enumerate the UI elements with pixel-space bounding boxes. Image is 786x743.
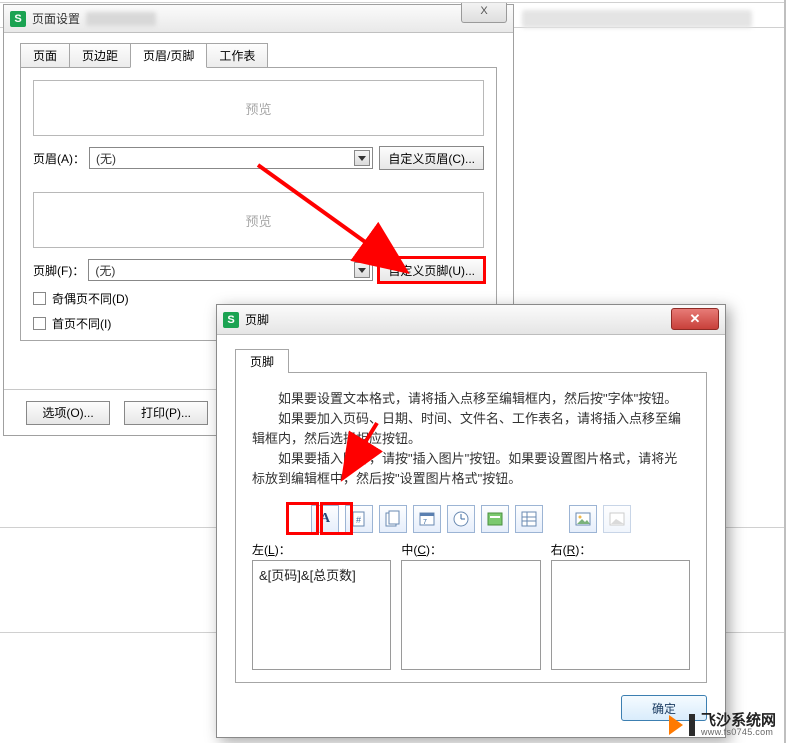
tab-header-footer[interactable]: 页眉/页脚	[130, 43, 207, 68]
header-combo[interactable]: (无)	[89, 147, 373, 169]
path-icon	[486, 510, 504, 528]
date-icon: 7	[418, 510, 436, 528]
total-pages-button[interactable]	[379, 505, 407, 533]
instruction-2: 如果要加入页码、日期、时间、文件名、工作表名，请将插入点移至编辑框内，然后选择相…	[252, 409, 690, 449]
header-label: 页眉(A)：	[33, 150, 85, 167]
header-footer-panel: 预览 页眉(A)： (无) 自定义页眉(C)... 预览 页脚(F)： (无) …	[20, 67, 497, 341]
odd-even-diff-label: 奇偶页不同(D)	[52, 290, 129, 307]
total-pages-icon	[384, 510, 402, 528]
watermark-logo-bar	[689, 714, 695, 736]
close-icon: X	[480, 5, 487, 17]
custom-footer-button[interactable]: 自定义页脚(U)...	[379, 258, 484, 282]
svg-text:#: #	[356, 515, 361, 525]
watermark-url: www.fs0745.com	[701, 728, 776, 737]
footer-combo[interactable]: (无)	[88, 259, 373, 281]
instruction-1: 如果要设置文本格式，请将插入点移至编辑框内，然后按"字体"按钮。	[252, 389, 690, 409]
page-setup-tabs: 页面 页边距 页眉/页脚 工作表	[20, 43, 513, 67]
close-button[interactable]: ✕	[671, 308, 719, 330]
obscured-title-text	[86, 12, 156, 26]
tab-sheet[interactable]: 工作表	[206, 43, 268, 67]
obscured-header-text	[522, 10, 752, 28]
watermark-logo-icon	[669, 715, 683, 735]
tab-margin[interactable]: 页边距	[69, 43, 131, 67]
footer-combo-value: (无)	[95, 262, 115, 279]
sheet-name-button[interactable]	[515, 505, 543, 533]
close-button[interactable]: X	[461, 3, 507, 23]
options-button[interactable]: 选项(O)...	[26, 401, 110, 425]
svg-text:7: 7	[423, 519, 427, 526]
page-setup-title: 页面设置	[32, 10, 80, 27]
custom-header-button[interactable]: 自定义页眉(C)...	[379, 146, 484, 170]
instruction-3: 如果要插入图片，请按"插入图片"按钮。如果要设置图片格式，请将光标放到编辑框中，…	[252, 449, 690, 489]
right-section-label: 右(R)：	[551, 541, 690, 558]
page-number-icon: #	[350, 510, 368, 528]
center-section-input[interactable]	[401, 560, 540, 670]
time-icon	[452, 510, 470, 528]
sheet-icon	[520, 510, 538, 528]
website-watermark: 飞沙系统网 www.fs0745.com	[669, 713, 776, 737]
footer-label: 页脚(F)：	[33, 262, 84, 279]
right-section-input[interactable]	[551, 560, 690, 670]
center-section-label: 中(C)：	[401, 541, 540, 558]
header-combo-value: (无)	[96, 150, 116, 167]
insert-picture-icon	[574, 510, 592, 528]
font-icon: A	[320, 511, 330, 527]
chevron-down-icon	[354, 262, 370, 278]
tab-page[interactable]: 页面	[20, 43, 70, 67]
page-setup-titlebar[interactable]: S 页面设置 X	[4, 5, 513, 33]
close-icon: ✕	[690, 311, 701, 326]
font-button[interactable]: A	[311, 505, 339, 533]
format-picture-button[interactable]	[603, 505, 631, 533]
first-page-diff-checkbox[interactable]	[33, 317, 46, 330]
format-picture-icon	[608, 510, 626, 528]
app-icon: S	[223, 312, 239, 328]
footer-dialog-titlebar[interactable]: S 页脚 ✕	[217, 305, 725, 335]
page-number-button[interactable]: #	[345, 505, 373, 533]
footer-preview: 预览	[33, 192, 484, 248]
time-button[interactable]	[447, 505, 475, 533]
footer-panel: 如果要设置文本格式，请将插入点移至编辑框内，然后按"字体"按钮。 如果要加入页码…	[235, 372, 707, 683]
insert-picture-button[interactable]	[569, 505, 597, 533]
file-path-button[interactable]	[481, 505, 509, 533]
footer-dialog-title: 页脚	[245, 311, 269, 328]
watermark-name: 飞沙系统网	[701, 713, 776, 728]
chevron-down-icon	[354, 150, 370, 166]
odd-even-diff-checkbox[interactable]	[33, 292, 46, 305]
print-button[interactable]: 打印(P)...	[124, 401, 208, 425]
left-section-label: 左(L)：	[252, 541, 391, 558]
header-preview: 预览	[33, 80, 484, 136]
tab-footer[interactable]: 页脚	[235, 349, 289, 373]
first-page-diff-label: 首页不同(I)	[52, 315, 111, 332]
footer-toolbar: A # 7	[252, 505, 690, 533]
left-section-input[interactable]: &[页码]&[总页数]	[252, 560, 391, 670]
app-icon: S	[10, 11, 26, 27]
footer-dialog: S 页脚 ✕ 页脚 如果要设置文本格式，请将插入点移至编辑框内，然后按"字体"按…	[216, 304, 726, 738]
date-button[interactable]: 7	[413, 505, 441, 533]
